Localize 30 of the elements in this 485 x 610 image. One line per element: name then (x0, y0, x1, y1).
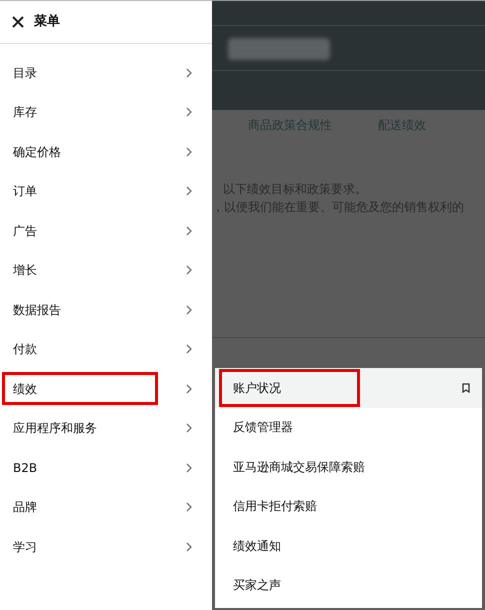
chevron-right-icon (186, 304, 192, 315)
menu-item[interactable]: 目录 (0, 53, 212, 92)
chevron-right-icon (186, 265, 192, 276)
bookmark-icon[interactable] (462, 382, 470, 393)
menu-item[interactable]: 订单 (0, 172, 212, 211)
submenu-item[interactable]: 账户状况 (215, 368, 482, 408)
chevron-right-icon (186, 344, 192, 354)
menu-item[interactable]: 数据报告 (0, 290, 212, 330)
menu-title: 菜单 (34, 13, 60, 32)
menu-item[interactable]: 库存 (0, 92, 212, 132)
menu-item[interactable]: 学习 (0, 527, 212, 566)
chevron-right-icon (186, 502, 192, 512)
menu-item[interactable]: 应用程序和服务 (0, 408, 212, 448)
menu-item[interactable]: 付款 (0, 330, 212, 369)
chevron-right-icon (186, 542, 192, 552)
menu-item[interactable]: 品牌 (0, 488, 212, 527)
menu-item[interactable]: 增长 (0, 250, 212, 290)
menu-item[interactable]: 确定价格 (0, 132, 212, 172)
chevron-right-icon (186, 423, 192, 434)
chevron-right-icon (186, 107, 192, 118)
chevron-right-icon (186, 68, 192, 78)
menu-item[interactable]: 广告 (0, 211, 212, 250)
chevron-right-icon (186, 462, 192, 473)
chevron-right-icon (186, 186, 192, 196)
chevron-right-icon (186, 146, 192, 157)
menu-item[interactable]: B2B (0, 448, 212, 488)
menu-item[interactable]: 绩效 (0, 369, 212, 408)
chevron-right-icon (186, 384, 192, 394)
close-icon[interactable] (12, 16, 24, 28)
chevron-right-icon (186, 226, 192, 236)
